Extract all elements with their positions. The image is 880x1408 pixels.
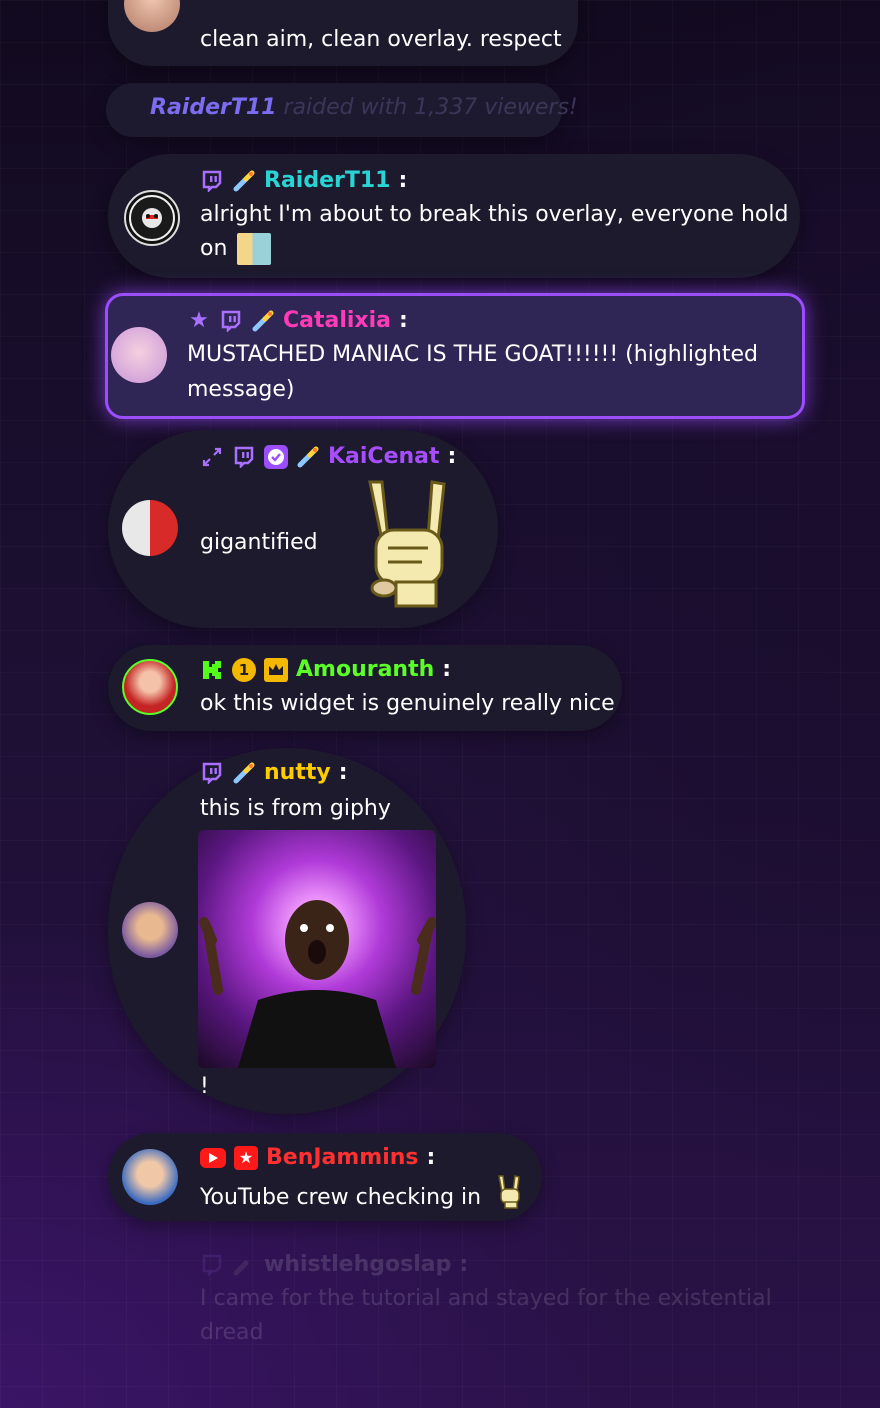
number-badge: 1 bbox=[232, 657, 256, 682]
giphy-image bbox=[198, 830, 436, 1068]
emote-image bbox=[237, 233, 272, 265]
chat-message: nutty : this is from giphy ! bbox=[108, 748, 466, 1114]
avatar bbox=[122, 902, 178, 958]
username[interactable]: BenJammins bbox=[266, 1145, 419, 1170]
chat-message: RaiderT11 : alright I'm about to break t… bbox=[108, 154, 800, 278]
message-text: ok this widget is genuinely really nice bbox=[200, 691, 615, 716]
verified-icon bbox=[264, 444, 288, 469]
avatar bbox=[122, 1149, 178, 1205]
rocket-icon bbox=[232, 1253, 256, 1277]
twitch-icon bbox=[200, 169, 224, 193]
message-text: YouTube crew checking in bbox=[200, 1184, 482, 1210]
rocket-icon bbox=[232, 761, 256, 785]
twitch-icon bbox=[219, 309, 243, 333]
avatar bbox=[124, 0, 180, 32]
message-text: gigantified bbox=[200, 530, 318, 555]
rock-hand-emote bbox=[352, 478, 456, 610]
username[interactable]: Catalixia bbox=[283, 308, 391, 333]
chat-message: 1 Amouranth : ok this widget is genuinel… bbox=[108, 645, 622, 731]
rocket-icon bbox=[232, 169, 256, 193]
message-text: I came for the tutorial and stayed for t… bbox=[200, 1286, 772, 1311]
raid-username[interactable]: RaiderT11 bbox=[150, 95, 276, 120]
username[interactable]: RaiderT11 bbox=[264, 168, 390, 193]
twitch-icon bbox=[232, 445, 256, 469]
raid-text: raided with 1,337 viewers! bbox=[283, 95, 578, 120]
message-text: alright I'm about to break this overlay,… bbox=[200, 202, 789, 227]
message-text: this is from giphy bbox=[200, 796, 391, 821]
highlighted-message: ★ Catalixia : MUSTACHED MANIAC IS THE GO… bbox=[105, 293, 805, 419]
youtube-icon bbox=[200, 1147, 226, 1168]
chat-message-fading: whistlehgoslap : I came for the tutorial… bbox=[108, 1244, 808, 1354]
avatar bbox=[122, 659, 178, 715]
twitch-icon bbox=[200, 761, 224, 785]
chat-message: ★ BenJammins : YouTube crew checking in bbox=[108, 1133, 542, 1221]
kick-icon bbox=[200, 658, 224, 682]
username[interactable]: KaiCenat bbox=[328, 444, 440, 469]
avatar bbox=[122, 500, 178, 556]
message-text-after: ! bbox=[200, 1074, 209, 1099]
username[interactable]: nutty bbox=[264, 760, 331, 785]
twitch-icon bbox=[200, 1253, 224, 1277]
star-icon: ★ bbox=[189, 308, 209, 333]
raid-notification: RaiderT11 raided with 1,337 viewers! bbox=[106, 83, 578, 137]
raider-logo-icon bbox=[129, 195, 175, 241]
rocket-icon bbox=[296, 445, 320, 469]
username[interactable]: whistlehgoslap bbox=[264, 1252, 451, 1277]
username[interactable]: Amouranth bbox=[296, 657, 434, 682]
message-text: clean aim, clean overlay. respect bbox=[200, 27, 562, 52]
message-text-continued: on bbox=[200, 236, 228, 261]
chat-message: clean aim, clean overlay. respect bbox=[108, 0, 578, 66]
rocket-icon bbox=[251, 309, 275, 333]
expand-icon bbox=[200, 445, 224, 469]
message-text-continued: dread bbox=[200, 1320, 264, 1345]
avatar bbox=[111, 327, 167, 383]
star-badge-icon: ★ bbox=[234, 1145, 258, 1170]
avatar bbox=[124, 190, 180, 246]
crown-icon bbox=[264, 657, 288, 682]
chat-message: KaiCenat : gigantified bbox=[108, 430, 498, 628]
message-text: MUSTACHED MANIAC IS THE GOAT!!!!!! (high… bbox=[187, 342, 758, 367]
rock-hand-icon bbox=[495, 1175, 523, 1220]
message-text-continued: message) bbox=[187, 377, 295, 402]
